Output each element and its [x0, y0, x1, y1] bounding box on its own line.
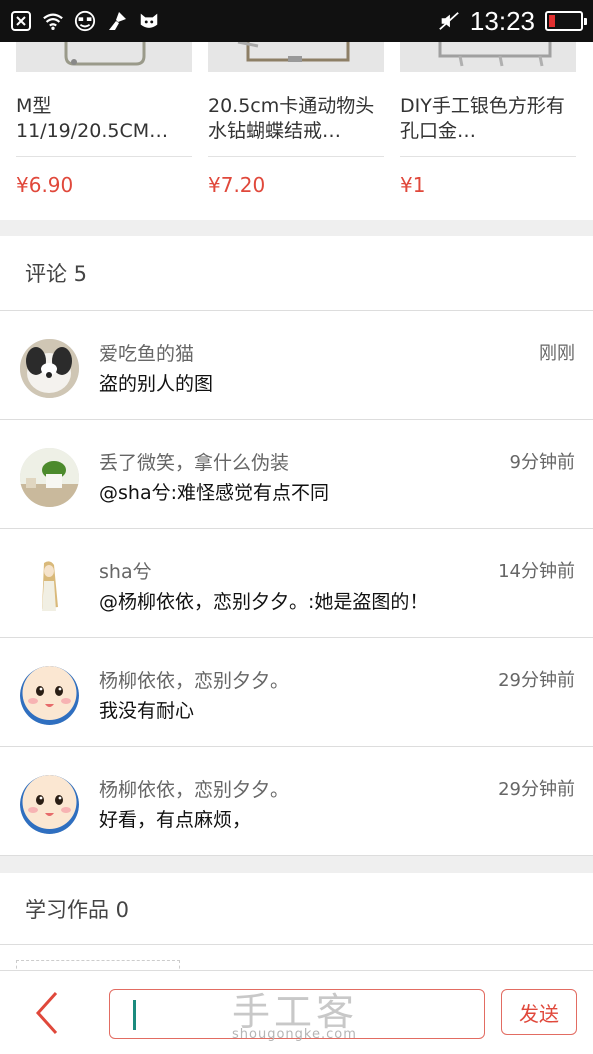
comment-username[interactable]: 爱吃鱼的猫 [99, 339, 194, 366]
notification-close-icon [10, 10, 32, 32]
comment-text: 好看，有点麻烦， [99, 809, 252, 831]
comment-username[interactable]: 丢了微笑，拿什么伪装 [99, 448, 289, 475]
product-card[interactable]: DIY手工银色方形有孔口金… ¥1 [400, 42, 576, 197]
avatar[interactable] [20, 557, 79, 616]
back-button[interactable] [28, 991, 68, 1035]
comment-username[interactable]: sha兮 [99, 557, 152, 584]
comment-item[interactable]: 丢了微笑，拿什么伪装 9分钟前 @sha兮:难怪感觉有点不同 [0, 420, 593, 529]
avatar[interactable] [20, 339, 79, 398]
comment-time: 刚刚 [539, 343, 575, 364]
comment-time: 29分钟前 [498, 670, 575, 691]
comment-input-bar: 发送 手工客 shougongke.com [0, 970, 593, 1054]
status-bar: 13:23 [0, 0, 593, 42]
product-card[interactable]: 20.5cm卡通动物头水钻蝴蝶结戒… ¥7.20 [208, 42, 384, 197]
avatar[interactable] [20, 448, 79, 507]
comment-item[interactable]: 杨柳依依，恋别夕夕。 29分钟前 好看，有点麻烦， [0, 747, 593, 856]
section-gap [0, 857, 593, 873]
comment-text: @sha兮:难怪感觉有点不同 [99, 482, 329, 504]
cat-app-icon [138, 10, 160, 32]
product-image [400, 42, 576, 72]
avatar[interactable] [20, 666, 79, 725]
clock: 13:23 [469, 5, 535, 36]
comment-text: 盗的别人的图 [99, 373, 214, 395]
section-gap [0, 220, 593, 236]
comments-list: 爱吃鱼的猫 刚刚 盗的别人的图 丢了微笑，拿什么伪装 9分钟前 @sha兮:难怪… [0, 311, 593, 856]
comment-text: 我没有耐心 [99, 700, 195, 722]
watermark-url: shougongke.com [232, 1027, 357, 1042]
comment-item[interactable]: sha兮 14分钟前 @杨柳依依，恋别夕夕。:她是盗图的！ [0, 529, 593, 638]
product-price: ¥1 [400, 173, 426, 197]
cleaner-brush-icon [106, 10, 128, 32]
send-button[interactable]: 发送 [501, 989, 577, 1035]
works-title: 学习作品 0 [25, 897, 130, 922]
product-image [16, 42, 192, 72]
comment-text: @杨柳依依，恋别夕夕。:她是盗图的！ [99, 591, 429, 613]
comment-time: 14分钟前 [498, 561, 575, 582]
avatar[interactable] [20, 775, 79, 834]
product-image [208, 42, 384, 72]
related-products: M型11/19/20.5CM… ¥6.90 20.5cm卡通动物头水钻蝴蝶结戒…… [0, 42, 593, 220]
comment-time: 29分钟前 [498, 779, 575, 800]
product-price: ¥7.20 [208, 173, 266, 197]
works-header: 学习作品 0 [0, 873, 593, 945]
comment-time: 9分钟前 [509, 452, 575, 473]
comments-title: 评论 5 [25, 262, 88, 286]
wifi-icon [42, 10, 64, 32]
product-title: M型11/19/20.5CM… [16, 95, 169, 142]
product-title: 20.5cm卡通动物头水钻蝴蝶结戒… [208, 95, 375, 142]
comment-username[interactable]: 杨柳依依，恋别夕夕。 [99, 775, 289, 802]
comment-item[interactable]: 爱吃鱼的猫 刚刚 盗的别人的图 [0, 311, 593, 420]
battery-icon [545, 11, 587, 31]
comments-header: 评论 5 [0, 236, 593, 311]
smiley-face-icon [74, 10, 96, 32]
product-card[interactable]: M型11/19/20.5CM… ¥6.90 [16, 42, 192, 197]
comment-item[interactable]: 杨柳依依，恋别夕夕。 29分钟前 我没有耐心 [0, 638, 593, 747]
text-caret [133, 1000, 136, 1030]
mute-icon [438, 10, 460, 32]
product-title: DIY手工银色方形有孔口金… [400, 95, 565, 142]
product-price: ¥6.90 [16, 173, 74, 197]
comment-username[interactable]: 杨柳依依，恋别夕夕。 [99, 666, 289, 693]
